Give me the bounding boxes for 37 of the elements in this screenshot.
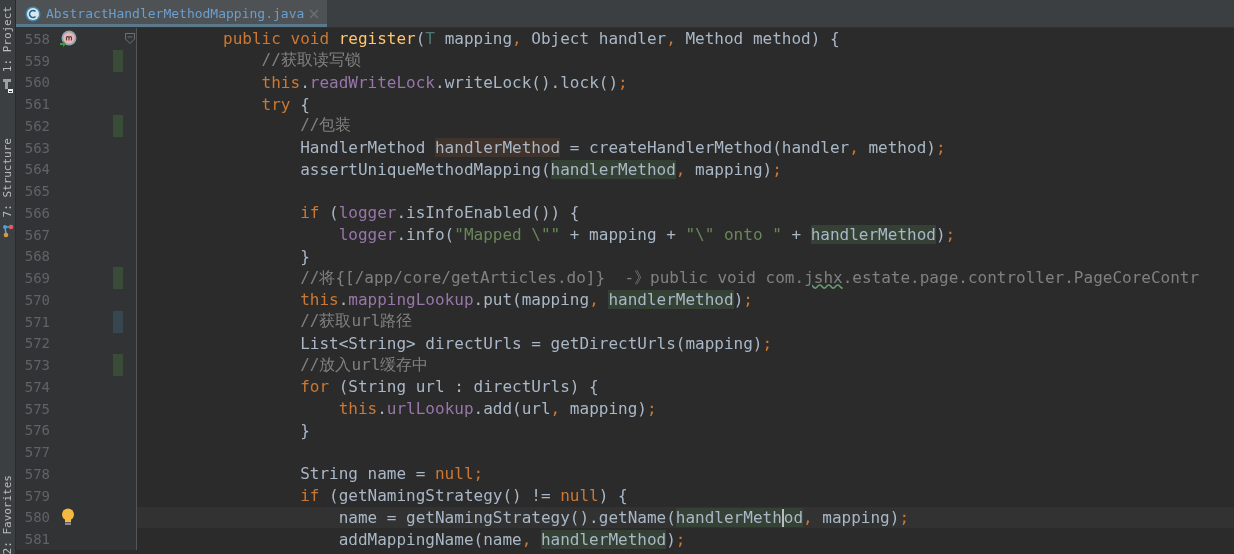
tool-window-icon[interactable] — [1, 223, 14, 238]
code-line: name = getNamingStrategy().getName(handlerMeth od, mapping); — [337, 507, 909, 528]
code-line: //获取url路径 — [299, 311, 413, 333]
tool-window-tab[interactable]: 7: Structure — [0, 138, 15, 218]
tool-window-tab[interactable]: 1: Project — [0, 6, 15, 73]
code-line: assertUniqueMethodMapping(handlerMethod, mapping); — [299, 159, 782, 179]
code-line: HandlerMethod handlerMethod = createHandlerMethod(handler, method); — [299, 138, 946, 158]
code-line: //包装 — [299, 115, 352, 137]
code-line: public void register(T mapping, Object handler, Method method) { — [222, 29, 840, 49]
change-marker[interactable] — [113, 267, 123, 289]
code-line: addMappingName(name, handlerMethod); — [337, 529, 686, 549]
fold-icon[interactable] — [125, 33, 135, 45]
code-line: List<String> directUrls = getDirectUrls(mapping); — [299, 333, 773, 353]
code-line: this.readWriteLock.writeLock().lock(); — [260, 72, 628, 92]
close-icon[interactable] — [309, 8, 320, 19]
code-line: logger.info("Mapped \"" + mapping + "\" onto " + handlerMethod); — [337, 225, 956, 245]
tool-window-icon[interactable] — [1, 78, 14, 95]
code-line: //将{[/app/core/getArticles.do]} -》public void com.jshx.estate.page.controller.PageCoreContr — [299, 267, 1200, 289]
code-line: //放入url缓存中 — [299, 354, 429, 376]
code-line: try { — [260, 94, 310, 114]
code-line: this.mappingLookup.put(mapping, handlerMethod); — [299, 290, 753, 310]
code-line: //获取读写锁 — [260, 50, 361, 72]
code-line: if (logger.isInfoEnabled()) { — [299, 203, 580, 223]
code-line: this.urlLookup.add(url, mapping); — [337, 399, 657, 419]
class-icon — [25, 5, 41, 22]
tool-window-tab[interactable]: 2: Favorites — [0, 474, 15, 554]
method-marker-icon[interactable] — [59, 29, 77, 48]
code-line: for (String url : directUrls) { — [299, 377, 599, 397]
code-line: if (getNamingStrategy() != null) { — [299, 486, 628, 506]
change-marker[interactable] — [113, 310, 123, 333]
change-marker[interactable] — [113, 115, 123, 137]
code-line: } — [299, 246, 310, 266]
lightbulb-icon[interactable] — [61, 508, 75, 527]
code-line: } — [299, 420, 310, 440]
code-line: String name = null; — [299, 464, 484, 484]
change-marker[interactable] — [113, 354, 123, 376]
change-marker[interactable] — [113, 49, 123, 72]
